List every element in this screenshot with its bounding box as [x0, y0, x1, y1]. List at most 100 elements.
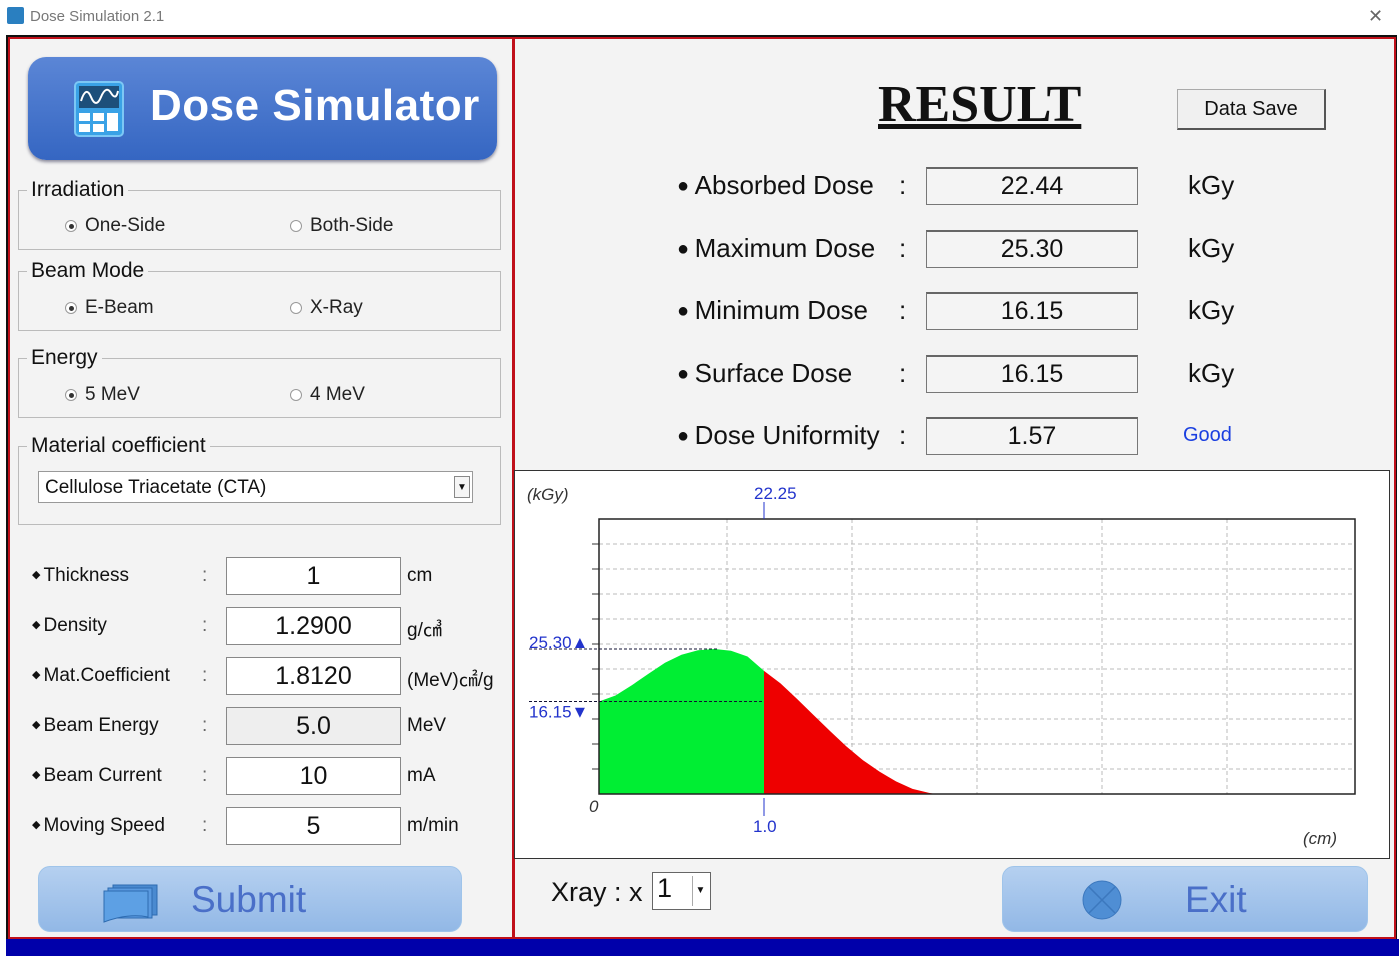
- result-unit: kGy: [1188, 232, 1235, 263]
- colon: :: [202, 615, 208, 636]
- colon: :: [202, 665, 208, 686]
- xray-label: Xray : x: [551, 877, 643, 907]
- param-row: Beam Current : 10 mA: [32, 757, 512, 795]
- result-label: Surface Dose: [677, 358, 853, 389]
- radio-label: 4 MeV: [310, 384, 365, 405]
- dose-area-outside: [764, 670, 936, 794]
- radio-5mev[interactable]: 5 MeV: [65, 384, 140, 406]
- window-title: Dose Simulation 2.1: [30, 8, 165, 25]
- material-select[interactable]: Cellulose Triacetate (CTA) ▼: [38, 471, 473, 503]
- result-unit: kGy: [1188, 357, 1235, 388]
- dose-chart-svg: 25.30▲ 16.15▼ 22.25 1.0 (kGy) (cm) 0: [527, 484, 1356, 848]
- result-label: Dose Uniformity: [677, 420, 880, 451]
- material-selected-value: Cellulose Triacetate (CTA): [45, 477, 267, 498]
- colon: :: [899, 170, 907, 200]
- radio-x-ray[interactable]: X-Ray: [290, 297, 363, 319]
- param-unit: (MeV)㎠/g: [407, 670, 494, 691]
- data-save-button[interactable]: Data Save: [1177, 89, 1326, 130]
- result-label: Maximum Dose: [677, 233, 876, 264]
- param-input[interactable]: 1.8120: [226, 657, 401, 695]
- param-label: Beam Current: [32, 765, 162, 787]
- param-unit: m/min: [407, 815, 459, 836]
- param-label: Beam Energy: [32, 715, 159, 737]
- radio-button[interactable]: [290, 389, 302, 401]
- colon: :: [202, 715, 208, 736]
- result-unit: kGy: [1188, 170, 1235, 200]
- submit-button[interactable]: Submit: [38, 866, 462, 932]
- energy-group: Energy: [18, 346, 501, 418]
- result-unit: kGy: [1188, 295, 1235, 325]
- status-bar: [6, 939, 1399, 956]
- dose-chart: 25.30▲ 16.15▼ 22.25 1.0 (kGy) (cm) 0: [514, 470, 1390, 859]
- exit-button[interactable]: Exit: [1002, 866, 1368, 932]
- irradiation-group: Irradiation: [18, 178, 501, 250]
- irradiation-label: Irradiation: [31, 178, 125, 201]
- param-unit: mA: [407, 765, 436, 786]
- radio-4mev[interactable]: 4 MeV: [290, 384, 365, 406]
- x-axis-label: (cm): [1303, 829, 1337, 848]
- max-dose-label: 25.30▲: [529, 633, 588, 652]
- energy-label: Energy: [31, 346, 98, 369]
- stacked-windows-icon: [103, 884, 158, 923]
- uniformity-status: Good: [1183, 424, 1232, 446]
- colon: :: [202, 765, 208, 786]
- result-row: Surface Dose : 16.15 kGy: [677, 354, 1277, 393]
- exit-label: Exit: [1185, 879, 1247, 920]
- radio-both-side[interactable]: Both-Side: [290, 215, 393, 237]
- result-row: Minimum Dose : 16.15 kGy: [677, 292, 1277, 330]
- banner: Dose Simulator: [28, 57, 497, 160]
- radio-button[interactable]: [65, 220, 77, 232]
- radio-button[interactable]: [290, 302, 302, 314]
- param-label: Thickness: [32, 565, 130, 587]
- param-row: Thickness : 1 cm: [32, 557, 512, 595]
- radio-label: 5 MeV: [85, 384, 140, 405]
- mean-dose-label: 22.25: [754, 484, 797, 503]
- colon: :: [899, 420, 907, 450]
- banner-title: Dose Simulator: [150, 81, 480, 130]
- result-row: Dose Uniformity : 1.57 Good: [677, 417, 1277, 455]
- param-input: 5.0: [226, 707, 401, 745]
- close-icon[interactable]: ✕: [1368, 6, 1383, 27]
- result-label: Minimum Dose: [677, 295, 868, 326]
- title-bar: Dose Simulation 2.1 ✕: [0, 0, 1399, 34]
- result-value: 1.57: [926, 417, 1138, 455]
- radio-e-beam[interactable]: E-Beam: [65, 297, 154, 319]
- chevron-down-icon[interactable]: ▼: [692, 876, 708, 906]
- param-row: Density : 1.2900 g/㎤: [32, 607, 512, 645]
- chevron-down-icon[interactable]: ▼: [454, 476, 470, 498]
- radio-button[interactable]: [65, 302, 77, 314]
- radio-button[interactable]: [290, 220, 302, 232]
- param-label: Moving Speed: [32, 815, 165, 837]
- xray-multiplier-select[interactable]: 1 ▼: [652, 872, 711, 910]
- min-dose-label: 16.15▼: [529, 702, 588, 721]
- result-value: 25.30: [926, 229, 1138, 268]
- param-label: Mat.Coefficient: [32, 665, 170, 687]
- y-axis-label: (kGy): [527, 485, 569, 504]
- param-input[interactable]: 10: [226, 757, 401, 795]
- param-unit: cm: [407, 565, 433, 586]
- radio-one-side[interactable]: One-Side: [65, 215, 165, 237]
- param-input[interactable]: 1.2900: [226, 607, 401, 645]
- origin-label: 0: [589, 797, 599, 816]
- colon: :: [899, 295, 907, 325]
- beam-mode-group: Beam Mode: [18, 259, 501, 331]
- result-value: 16.15: [926, 292, 1138, 330]
- radio-label: Both-Side: [310, 215, 394, 236]
- dose-area-inside: [599, 649, 764, 794]
- radio-button[interactable]: [65, 389, 77, 401]
- close-circle-icon: [1082, 880, 1122, 920]
- thickness-label: 1.0: [753, 817, 777, 836]
- param-row: Moving Speed : 5 m/min: [32, 807, 512, 845]
- radio-label: E-Beam: [85, 297, 154, 318]
- colon: :: [899, 357, 907, 388]
- param-unit: MeV: [407, 715, 447, 736]
- material-label: Material coefficient: [31, 434, 206, 457]
- param-input[interactable]: 5: [226, 807, 401, 845]
- param-row: Mat.Coefficient : 1.8120 (MeV)㎠/g: [32, 657, 512, 695]
- app-icon: [7, 7, 24, 24]
- param-input[interactable]: 1: [226, 557, 401, 595]
- result-value: 16.15: [926, 354, 1138, 393]
- colon: :: [202, 815, 208, 836]
- calculator-wave-icon: [74, 81, 124, 137]
- colon: :: [899, 232, 907, 263]
